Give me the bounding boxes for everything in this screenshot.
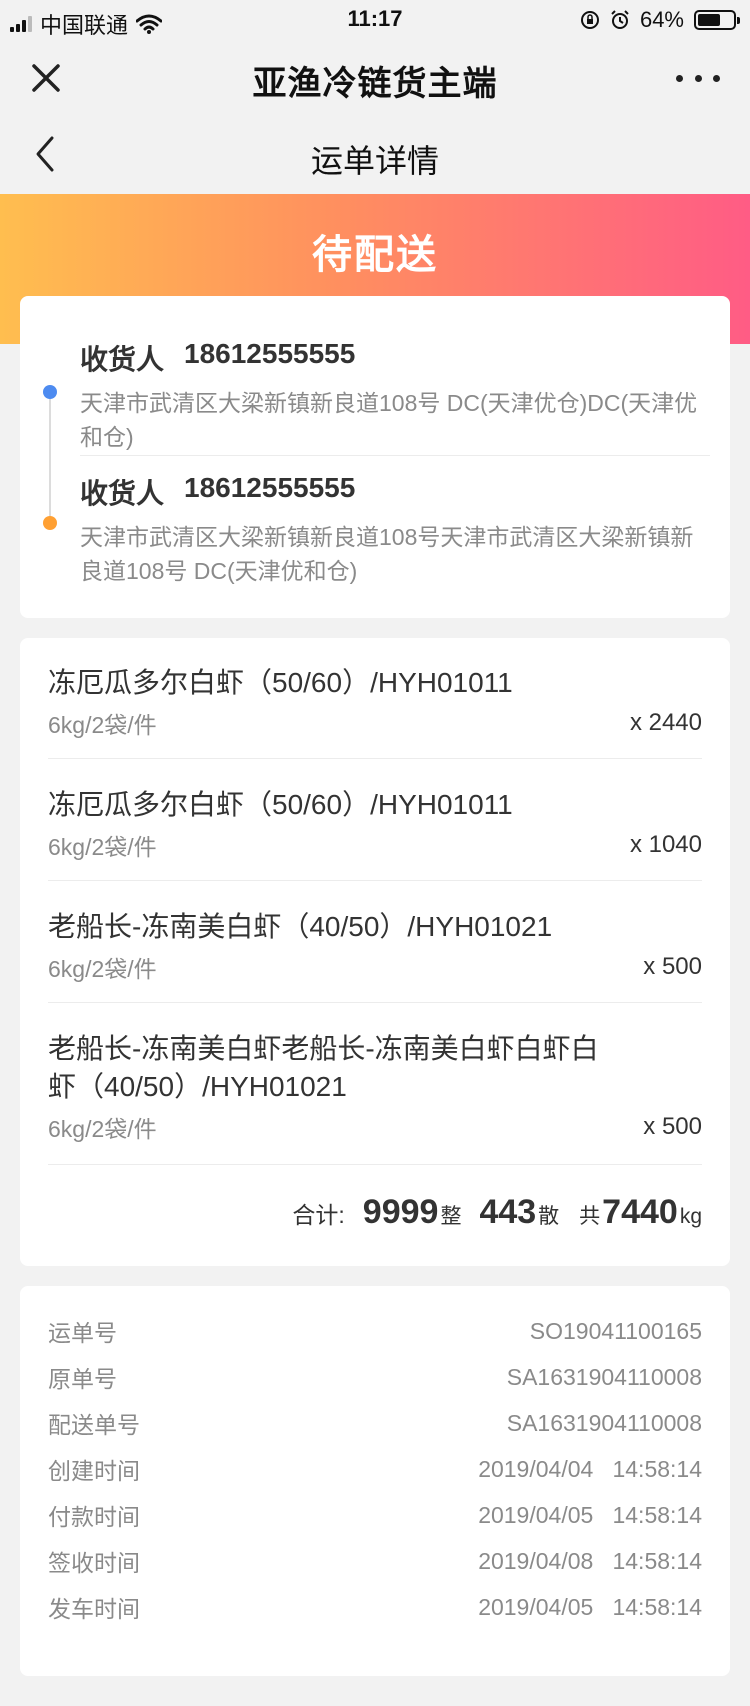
info-value: 2019/04/05 14:58:14: [478, 1593, 702, 1620]
page-title: 运单详情: [310, 143, 439, 179]
info-label: 付款时间: [48, 1504, 140, 1530]
status-bar: 中国联通 11:17 64%: [0, 0, 750, 40]
product-item: 老船长-冻南美白虾（40/50）/HYH01021 6kg/2袋/件 x 500: [48, 908, 702, 1003]
product-row: 6kg/2袋/件 x 500: [48, 950, 702, 984]
product-spec: 6kg/2袋/件: [48, 1116, 157, 1142]
consignee-head: 收货人 18612555555: [80, 338, 710, 378]
consignee-item: 收货人 18612555555 天津市武清区大梁新镇新良道108号天津市武清区大…: [80, 472, 710, 588]
info-label: 运单号: [48, 1320, 117, 1346]
info-value: 2019/04/04 14:58:14: [478, 1455, 702, 1482]
total-whole-unit: 整: [440, 1205, 462, 1228]
timeline-line: [49, 388, 51, 522]
info-value: SA1631904110008: [506, 1363, 702, 1390]
info-row: 发车时间 2019/04/05 14:58:14: [48, 1584, 702, 1630]
status-right: 64%: [580, 7, 740, 33]
consignee-address: 天津市武清区大梁新镇新良道108号 DC(天津优仓)DC(天津优和仓): [80, 390, 698, 450]
total-weight-prefix: 共: [579, 1205, 601, 1228]
order-status: 待配送: [312, 233, 438, 277]
total-weight-unit: kg: [679, 1205, 702, 1228]
consignee-item: 收货人 18612555555 天津市武清区大梁新镇新良道108号 DC(天津优…: [80, 338, 710, 454]
info-row: 配送单号 SA1631904110008: [48, 1400, 702, 1446]
consignee-address: 天津市武清区大梁新镇新良道108号天津市武清区大梁新镇新良道108号 DC(天津…: [80, 524, 694, 584]
info-row: 原单号 SA1631904110008: [48, 1354, 702, 1400]
consignee-dot-1: [43, 385, 57, 399]
product-item: 冻厄瓜多尔白虾（50/60）/HYH01011 6kg/2袋/件 x 1040: [48, 786, 702, 881]
products-card: 冻厄瓜多尔白虾（50/60）/HYH01011 6kg/2袋/件 x 2440 …: [20, 638, 730, 1266]
info-value: SO19041100165: [529, 1317, 702, 1344]
battery-fill: [698, 14, 720, 26]
product-name: 老船长-冻南美白虾（40/50）/HYH01021: [48, 911, 553, 942]
product-qty: x 2440: [629, 709, 702, 736]
order-info-card: 运单号 SO19041100165 原单号 SA1631904110008 配送…: [20, 1286, 730, 1676]
product-spec: 6kg/2袋/件: [48, 712, 157, 738]
info-row: 付款时间 2019/04/05 14:58:14: [48, 1492, 702, 1538]
info-label: 签收时间: [48, 1550, 140, 1576]
info-value: 2019/04/08 14:58:14: [478, 1547, 702, 1574]
info-value: 2019/04/05 14:58:14: [478, 1501, 702, 1528]
product-name: 冻厄瓜多尔白虾（50/60）/HYH01011: [48, 667, 513, 698]
battery-percent: 64%: [639, 7, 684, 32]
product-item: 老船长-冻南美白虾老船长-冻南美白虾白虾白虾（40/50）/HYH01021 6…: [48, 1030, 702, 1165]
product-qty: x 500: [643, 1113, 702, 1140]
info-label: 创建时间: [48, 1458, 140, 1484]
alarm-icon: [611, 10, 629, 29]
consignee-head: 收货人 18612555555: [80, 472, 710, 512]
consignee-phone: 18612555555: [184, 338, 356, 369]
total-loose-unit: 散: [538, 1205, 560, 1228]
product-row: 6kg/2袋/件 x 1040: [48, 828, 702, 862]
info-row: 创建时间 2019/04/04 14:58:14: [48, 1446, 702, 1492]
product-spec: 6kg/2袋/件: [48, 834, 157, 860]
product-name: 老船长-冻南美白虾老船长-冻南美白虾白虾白虾（40/50）/HYH01021: [48, 1033, 599, 1102]
consignee-label: 收货人: [80, 344, 165, 375]
divider: [80, 455, 710, 456]
total-loose: 443: [479, 1193, 537, 1231]
info-value: SA1631904110008: [506, 1409, 702, 1436]
info-label: 发车时间: [48, 1596, 140, 1622]
info-row: 运单号 SO19041100165: [48, 1308, 702, 1354]
battery-icon: [694, 10, 740, 30]
product-item: 冻厄瓜多尔白虾（50/60）/HYH01011 6kg/2袋/件 x 2440: [48, 664, 702, 759]
product-qty: x 1040: [629, 831, 702, 858]
info-label: 配送单号: [48, 1412, 140, 1438]
product-spec: 6kg/2袋/件: [48, 956, 157, 982]
rotation-lock-icon: [580, 11, 599, 29]
info-label: 原单号: [48, 1366, 117, 1392]
total-whole: 9999: [362, 1193, 439, 1231]
product-qty: x 500: [643, 953, 702, 980]
info-row: 签收时间 2019/04/08 14:58:14: [48, 1538, 702, 1584]
more-icon[interactable]: [670, 60, 726, 96]
total-weight: 7440: [602, 1193, 678, 1231]
consignee-label: 收货人: [80, 478, 165, 509]
consignee-phone: 18612555555: [184, 472, 356, 503]
app-header: 亚渔冷链货主端: [0, 40, 750, 114]
product-row: 6kg/2袋/件 x 500: [48, 1110, 702, 1144]
consignee-card: 收货人 18612555555 天津市武清区大梁新镇新良道108号 DC(天津优…: [20, 296, 730, 618]
total-label: 合计:: [292, 1202, 345, 1228]
consignee-dot-2: [43, 516, 57, 530]
product-row: 6kg/2袋/件 x 2440: [48, 706, 702, 740]
total-row: 合计: 9999 整 443 散 共 7440 kg: [292, 1193, 702, 1232]
app-title: 亚渔冷链货主端: [252, 65, 498, 103]
product-name: 冻厄瓜多尔白虾（50/60）/HYH01011: [48, 789, 513, 820]
nav-bar: 运单详情: [0, 114, 750, 194]
